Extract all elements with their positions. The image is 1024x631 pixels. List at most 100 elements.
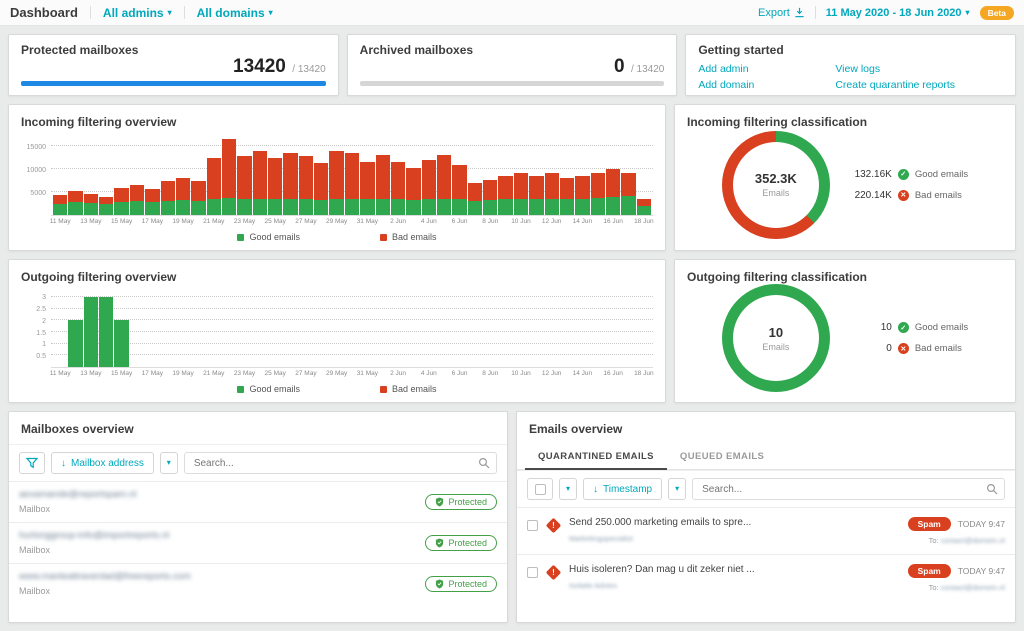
card-title: Archived mailboxes bbox=[360, 43, 665, 57]
domains-filter-dropdown[interactable]: All domains ▾ bbox=[197, 6, 273, 20]
bar-27-may bbox=[299, 135, 313, 215]
sort-options-button[interactable]: ▾ bbox=[668, 478, 686, 500]
download-icon bbox=[794, 7, 805, 18]
stat-total: / 13420 bbox=[631, 64, 664, 75]
x-tick: 14 Jun bbox=[575, 216, 589, 227]
bar-28-may bbox=[314, 290, 328, 367]
outgoing-filtering-overview-card: Outgoing filtering overview 0.511.522.53… bbox=[8, 259, 666, 403]
progress-fill bbox=[21, 81, 326, 86]
x-tick bbox=[437, 216, 451, 227]
bar-2-jun bbox=[391, 290, 405, 367]
spam-warning-icon bbox=[546, 518, 562, 534]
bar-20-may bbox=[191, 290, 205, 367]
emails-toolbar: ▾ ↓ Timestamp ▾ bbox=[517, 470, 1015, 507]
selection-options-button[interactable]: ▾ bbox=[559, 478, 577, 500]
x-tick: 15 May bbox=[114, 368, 128, 379]
archived-mailboxes-card: Archived mailboxes 0 / 13420 bbox=[347, 34, 678, 96]
x-axis: 11 May13 May15 May17 May19 May21 May23 M… bbox=[21, 216, 653, 227]
card-title: Protected mailboxes bbox=[21, 43, 326, 57]
sort-options-button[interactable]: ▾ bbox=[160, 452, 178, 474]
bar-18-may bbox=[161, 135, 175, 215]
x-tick: 29 May bbox=[329, 216, 343, 227]
x-tick: 31 May bbox=[360, 216, 374, 227]
protected-badge: Protected bbox=[425, 494, 497, 510]
donut-unit: Emails bbox=[762, 188, 789, 198]
mailbox-type: Mailbox bbox=[19, 545, 169, 555]
incoming-filtering-overview-card: Incoming filtering overview 500010000150… bbox=[8, 104, 666, 251]
email-row[interactable]: Send 250.000 marketing emails to spre...… bbox=[517, 507, 1015, 554]
bar-12-jun bbox=[545, 135, 559, 215]
mailbox-search-input[interactable] bbox=[184, 452, 497, 474]
select-all-button[interactable] bbox=[527, 478, 553, 500]
add-admin-link[interactable]: Add admin bbox=[698, 63, 827, 75]
mailbox-sort-dropdown[interactable]: ↓ Mailbox address bbox=[51, 452, 154, 474]
x-tick: 21 May bbox=[207, 368, 221, 379]
mailbox-row[interactable]: www.manleattravenlad@freereports.comMail… bbox=[9, 563, 507, 604]
bar-29-may bbox=[329, 290, 343, 367]
badge-label: Protected bbox=[448, 497, 487, 507]
bar-19-may bbox=[176, 290, 190, 367]
x-tick: 13 May bbox=[84, 368, 98, 379]
bar-14-may bbox=[99, 135, 113, 215]
bar-31-may bbox=[360, 290, 374, 367]
email-list: Send 250.000 marketing emails to spre...… bbox=[517, 507, 1015, 622]
x-tick: 17 May bbox=[145, 216, 159, 227]
legend-label: Good emails bbox=[915, 169, 968, 180]
chevron-down-icon: ▾ bbox=[675, 485, 679, 493]
bar-13-jun bbox=[560, 290, 574, 367]
row-checkbox[interactable] bbox=[527, 567, 538, 578]
x-tick: 13 May bbox=[84, 216, 98, 227]
outgoing-filtering-chart: 0.511.522.53 11 May13 May15 May17 May19 … bbox=[21, 290, 653, 398]
bar-19-may bbox=[176, 135, 190, 215]
add-domain-link[interactable]: Add domain bbox=[698, 79, 827, 91]
mailbox-type: Mailbox bbox=[19, 586, 191, 596]
bar-13-may bbox=[84, 290, 98, 367]
getting-started-links: Add admin View logs Add domain Create qu… bbox=[698, 63, 1003, 91]
email-subject[interactable]: Huis isoleren? Dan mag u dit zeker niet … bbox=[569, 564, 900, 575]
bar-12-may bbox=[68, 290, 82, 367]
mailbox-row[interactable]: aexamande@reportspam.nlMailboxProtected bbox=[9, 481, 507, 522]
email-from: Marketingspecialist bbox=[569, 534, 900, 543]
getting-started-card: Getting started Add admin View logs Add … bbox=[685, 34, 1016, 96]
admins-filter-dropdown[interactable]: All admins ▾ bbox=[103, 6, 172, 20]
donut-legend: 10 Good emails 0 Bad emails bbox=[850, 322, 968, 354]
bar-10-jun bbox=[514, 290, 528, 367]
row-checkbox[interactable] bbox=[527, 520, 538, 531]
email-summary: Huis isoleren? Dan mag u dit zeker niet … bbox=[569, 564, 900, 590]
bar-18-jun bbox=[637, 290, 651, 367]
y-tick-label: 2 bbox=[42, 318, 46, 325]
divider bbox=[90, 6, 91, 19]
mailbox-row[interactable]: hurlonggroup-info@importreports.nlMailbo… bbox=[9, 522, 507, 563]
email-sort-dropdown[interactable]: ↓ Timestamp bbox=[583, 478, 662, 500]
protected-progress-bar bbox=[21, 81, 326, 86]
select-all-checkbox[interactable] bbox=[535, 484, 546, 495]
domains-filter-label: All domains bbox=[197, 6, 265, 20]
view-logs-link[interactable]: View logs bbox=[835, 63, 1003, 75]
x-tick: 16 Jun bbox=[606, 216, 620, 227]
bar-11-may bbox=[53, 290, 67, 367]
email-search-input[interactable] bbox=[692, 478, 1005, 500]
tab-queued-emails[interactable]: QUEUED EMAILS bbox=[667, 444, 777, 469]
mailbox-info: hurlonggroup-info@importreports.nlMailbo… bbox=[19, 530, 169, 555]
export-button[interactable]: Export bbox=[758, 7, 805, 19]
bar-23-may bbox=[237, 135, 251, 215]
create-quarantine-reports-link[interactable]: Create quarantine reports bbox=[835, 79, 1003, 91]
card-title: Outgoing filtering classification bbox=[687, 270, 1003, 284]
email-row[interactable]: Huis isoleren? Dan mag u dit zeker niet … bbox=[517, 554, 1015, 601]
bar-18-jun bbox=[637, 135, 651, 215]
email-subject[interactable]: Send 250.000 marketing emails to spre... bbox=[569, 517, 900, 528]
bar-25-may bbox=[268, 290, 282, 367]
y-tick-label: 0.5 bbox=[36, 353, 46, 360]
plot-area bbox=[51, 135, 653, 216]
bar-14-may bbox=[99, 290, 113, 367]
legend-good-emails: Good emails bbox=[237, 384, 300, 394]
bar-15-may bbox=[114, 290, 128, 367]
bar-6-jun bbox=[452, 290, 466, 367]
tab-quarantined-emails[interactable]: QUARANTINED EMAILS bbox=[525, 444, 667, 470]
date-range-picker[interactable]: 11 May 2020 - 18 Jun 2020 ▾ bbox=[826, 7, 970, 19]
archived-progress-bar bbox=[360, 81, 665, 86]
email-meta: SpamTODAY 9:47To: contact@domein.nl bbox=[908, 517, 1005, 545]
shield-icon bbox=[435, 538, 444, 548]
filter-button[interactable] bbox=[19, 452, 45, 474]
bar-26-may bbox=[283, 290, 297, 367]
